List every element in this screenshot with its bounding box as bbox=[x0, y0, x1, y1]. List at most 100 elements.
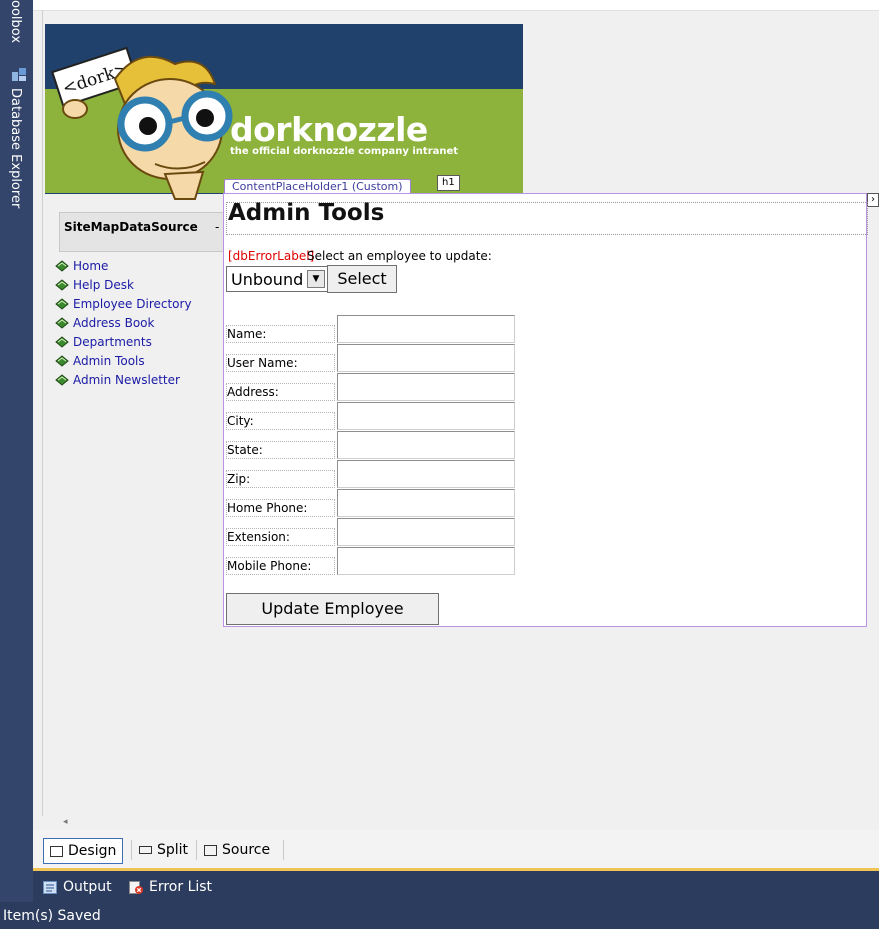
db-error-label: [dbErrorLabel] bbox=[228, 249, 315, 263]
nav-item-admin-tools[interactable]: Admin Tools bbox=[55, 351, 192, 370]
nav-item-label: Admin Tools bbox=[73, 353, 145, 368]
nav-item-label: Address Book bbox=[73, 315, 155, 330]
design-left-guide bbox=[42, 10, 43, 816]
content-placeholder-tab[interactable]: ContentPlaceHolder1 (Custom) bbox=[224, 179, 411, 194]
sitemap-datasource-type: SiteMapDataSource bbox=[64, 220, 198, 234]
dork-mascot-logo: <dork> bbox=[51, 46, 233, 200]
nav-item-label: Departments bbox=[73, 334, 152, 349]
brand-tagline: the official dorknozzle company intranet bbox=[230, 146, 459, 157]
field-label: Home Phone: bbox=[226, 499, 335, 517]
field-row-extension: Extension: bbox=[226, 518, 546, 546]
field-row-mobile-phone: Mobile Phone: bbox=[226, 547, 546, 575]
book-icon bbox=[55, 259, 69, 272]
nav-item-label: Help Desk bbox=[73, 277, 134, 292]
field-label: City: bbox=[226, 412, 335, 430]
nav-item-home[interactable]: Home bbox=[55, 256, 192, 275]
book-icon bbox=[55, 278, 69, 291]
field-label: Name: bbox=[226, 325, 335, 343]
nav-item-employee-directory[interactable]: Employee Directory bbox=[55, 294, 192, 313]
source-view-icon bbox=[204, 844, 217, 856]
nav-item-label: Home bbox=[73, 258, 109, 273]
book-icon bbox=[55, 316, 69, 329]
error-list-button[interactable]: Error List bbox=[129, 877, 212, 897]
field-label: Address: bbox=[226, 383, 335, 401]
nav-item-address-book[interactable]: Address Book bbox=[55, 313, 192, 332]
field-row-zip: Zip: bbox=[226, 460, 546, 488]
design-view-icon bbox=[50, 845, 63, 857]
status-text: Item(s) Saved bbox=[3, 908, 101, 924]
tab-separator bbox=[283, 840, 284, 860]
select-button[interactable]: Select bbox=[327, 265, 397, 293]
nav-item-help-desk[interactable]: Help Desk bbox=[55, 275, 192, 294]
h1-element-tag[interactable]: h1 bbox=[437, 175, 460, 191]
design-top-border bbox=[33, 0, 879, 11]
field-row-name: Name: bbox=[226, 315, 546, 343]
error-list-label: Error List bbox=[149, 879, 213, 895]
employee-dropdown[interactable]: Unbound ▼ bbox=[226, 266, 328, 292]
design-surface[interactable]: <dork> dorknozzle the official dorknozzl… bbox=[33, 0, 879, 816]
database-explorer-tab-label: Database Explorer bbox=[8, 88, 23, 209]
smart-tag-arrow-icon[interactable]: › bbox=[867, 193, 879, 207]
split-view-icon bbox=[139, 846, 152, 854]
field-row-address: Address: bbox=[226, 373, 546, 401]
zip-field[interactable] bbox=[337, 460, 515, 488]
home-phone-field[interactable] bbox=[337, 489, 515, 517]
field-label: State: bbox=[226, 441, 335, 459]
nav-item-label: Admin Newsletter bbox=[73, 372, 180, 387]
view-tabs-bar: Design Split Source bbox=[33, 830, 879, 871]
field-label: Mobile Phone: bbox=[226, 557, 335, 575]
tab-separator bbox=[131, 840, 132, 860]
database-explorer-tab[interactable]: Database Explorer bbox=[0, 88, 33, 238]
nav-item-admin-newsletter[interactable]: Admin Newsletter bbox=[55, 370, 192, 389]
user-name-field[interactable] bbox=[337, 344, 515, 372]
state-field[interactable] bbox=[337, 431, 515, 459]
name-field[interactable] bbox=[337, 315, 515, 343]
field-label: Zip: bbox=[226, 470, 335, 488]
field-row-user-name: User Name: bbox=[226, 344, 546, 372]
employee-dropdown-value: Unbound bbox=[231, 270, 304, 289]
field-label: Extension: bbox=[226, 528, 335, 546]
toolbox-tab-label: oolbox bbox=[8, 0, 23, 44]
tool-window-bar: Output Error List bbox=[33, 871, 879, 902]
update-employee-button[interactable]: Update Employee bbox=[226, 593, 439, 625]
output-label: Output bbox=[63, 879, 112, 895]
error-list-icon bbox=[129, 880, 143, 894]
nav-item-label: Employee Directory bbox=[73, 296, 192, 311]
content-placeholder[interactable]: Admin Tools [dbErrorLabel] Select an emp… bbox=[223, 193, 868, 627]
city-field[interactable] bbox=[337, 402, 515, 430]
field-row-city: City: bbox=[226, 402, 546, 430]
nav-tree: Home Help Desk Employee Directory Addres… bbox=[55, 256, 192, 389]
chevron-down-icon[interactable]: ▼ bbox=[307, 270, 325, 288]
tab-source-label: Source bbox=[222, 842, 271, 858]
book-icon bbox=[55, 297, 69, 310]
address-field[interactable] bbox=[337, 373, 515, 401]
horizontal-scrollbar[interactable]: ◂ bbox=[33, 816, 879, 830]
brand-name: dorknozzle bbox=[230, 110, 428, 149]
left-tool-strip: oolbox Database Explorer bbox=[0, 0, 33, 902]
tab-design[interactable]: Design bbox=[43, 838, 124, 864]
scroll-left-icon[interactable]: ◂ bbox=[63, 817, 68, 827]
tab-split-label: Split bbox=[157, 842, 189, 858]
tab-separator bbox=[196, 840, 197, 860]
tab-design-label: Design bbox=[68, 843, 117, 859]
book-icon bbox=[55, 335, 69, 348]
tab-source[interactable]: Source bbox=[198, 838, 276, 862]
field-label: User Name: bbox=[226, 354, 335, 372]
output-button[interactable]: Output bbox=[43, 877, 112, 897]
header-banner: <dork> dorknozzle the official dorknozzl… bbox=[45, 24, 523, 200]
field-row-state: State: bbox=[226, 431, 546, 459]
field-row-home-phone: Home Phone: bbox=[226, 489, 546, 517]
nav-item-departments[interactable]: Departments bbox=[55, 332, 192, 351]
book-icon bbox=[55, 354, 69, 367]
select-employee-prompt: Select an employee to update: bbox=[307, 249, 492, 263]
toolbox-tab[interactable]: oolbox bbox=[0, 0, 33, 60]
page-title: Admin Tools bbox=[228, 200, 385, 226]
database-explorer-icon bbox=[12, 68, 26, 81]
sitemap-datasource-separator: - bbox=[215, 220, 220, 234]
mobile-phone-field[interactable] bbox=[337, 547, 515, 575]
extension-field[interactable] bbox=[337, 518, 515, 546]
tab-split[interactable]: Split bbox=[133, 838, 194, 862]
output-icon bbox=[43, 880, 57, 894]
book-icon bbox=[55, 373, 69, 386]
status-bar: Item(s) Saved bbox=[0, 902, 879, 929]
